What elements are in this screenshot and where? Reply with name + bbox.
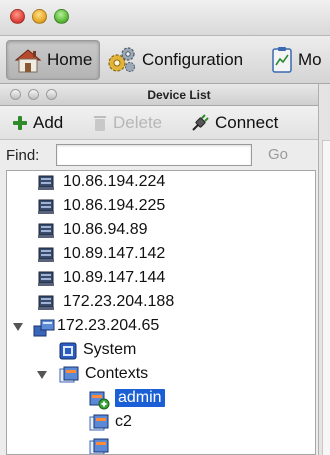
expand-triangle-icon[interactable] (37, 370, 47, 380)
multi-context-device-icon (33, 319, 55, 337)
tree-item-device[interactable]: 10.86.94.89 (7, 219, 315, 243)
tree-item-device[interactable]: 10.86.194.224 (7, 171, 315, 195)
tree-item-device-expanded[interactable]: 172.23.204.65 (7, 315, 315, 339)
gears-icon (108, 47, 135, 72)
tree-item-context[interactable] (7, 435, 315, 454)
configuration-button[interactable]: Configuration (106, 40, 266, 80)
device-icon (38, 223, 54, 238)
house-icon (14, 49, 42, 73)
device-icon (38, 295, 54, 310)
tree-item-device[interactable]: 10.86.194.225 (7, 195, 315, 219)
content-area-edge (322, 140, 330, 455)
find-input[interactable] (56, 144, 252, 166)
device-icon (38, 271, 54, 286)
contexts-folder-icon (59, 366, 79, 383)
device-icon (38, 247, 54, 262)
plus-icon (13, 116, 27, 130)
device-address: 10.89.147.144 (63, 269, 166, 286)
device-list-panel: Device List Add Delete Connect Find: Go … (0, 84, 318, 455)
expand-triangle-icon[interactable] (13, 322, 23, 332)
tree-item-system[interactable]: System (7, 339, 315, 363)
system-label: System (83, 341, 137, 358)
connect-label: Connect (215, 113, 279, 132)
main-content-pane-edge (318, 84, 330, 455)
device-icon (38, 199, 54, 214)
home-button[interactable]: Home (6, 40, 100, 80)
device-address: 10.89.147.142 (63, 245, 166, 262)
context-c2-label: c2 (115, 413, 132, 430)
add-label: Add (33, 113, 64, 132)
device-icon (38, 175, 54, 190)
monitoring-button[interactable]: Mo (270, 40, 330, 80)
minimize-window-button[interactable] (32, 9, 47, 24)
device-address: 172.23.204.65 (57, 317, 160, 334)
tree-item-context-admin[interactable]: admin (7, 387, 315, 411)
home-label: Home (47, 50, 93, 69)
device-address: 10.86.194.225 (63, 197, 166, 214)
tree-item-device[interactable]: 10.89.147.142 (7, 243, 315, 267)
window-title-bar (0, 0, 330, 36)
zoom-window-button[interactable] (54, 9, 69, 24)
device-address: 172.23.204.188 (63, 293, 175, 310)
tree-item-device[interactable]: 10.89.147.144 (7, 267, 315, 291)
device-list-header: Device List (0, 84, 318, 106)
device-list-actions: Add Delete Connect (0, 106, 318, 140)
trash-icon (94, 116, 106, 131)
tree-item-context-c2[interactable]: c2 (7, 411, 315, 435)
tree-item-device[interactable]: 172.23.204.188 (7, 291, 315, 315)
delete-label: Delete (113, 113, 163, 132)
connect-device-button[interactable]: Connect (190, 112, 278, 134)
monitoring-clipboard-icon (272, 47, 292, 73)
tree-item-contexts[interactable]: Contexts (7, 363, 315, 387)
contexts-label: Contexts (85, 365, 149, 382)
main-toolbar: Home Configuration Mo (0, 36, 330, 84)
context-icon (89, 438, 109, 454)
context-icon (89, 414, 109, 431)
add-device-button[interactable]: Add (12, 112, 63, 134)
context-admin-label: admin (115, 389, 165, 407)
find-label: Find: (6, 147, 40, 164)
device-address: 10.86.194.224 (63, 173, 166, 190)
device-list-title: Device List (147, 88, 211, 102)
system-icon (59, 342, 77, 360)
find-row: Find: Go (0, 140, 318, 170)
device-address: 10.86.94.89 (63, 221, 148, 238)
admin-context-icon (89, 391, 110, 410)
close-window-button[interactable] (10, 9, 25, 24)
device-tree: 10.86.194.224 10.86.194.225 10.86.94.89 … (6, 170, 316, 455)
monitoring-label: Mo (298, 50, 322, 69)
configuration-label: Configuration (142, 50, 244, 69)
plug-icon (192, 114, 209, 131)
go-button[interactable]: Go (268, 146, 288, 163)
delete-device-button[interactable]: Delete (92, 112, 162, 134)
